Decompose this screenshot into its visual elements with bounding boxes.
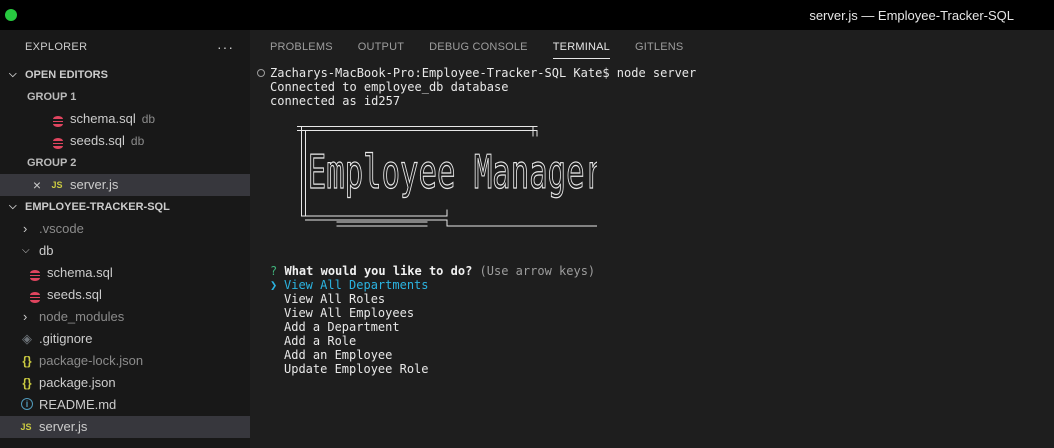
file-name: README.md [39, 397, 117, 412]
banner-text: Employee Manager [308, 146, 597, 200]
choice-item[interactable]: Add an Employee [284, 348, 392, 362]
explorer-header: EXPLORER ··· [0, 30, 250, 64]
explorer-sidebar: EXPLORER ··· ⌵ OPEN EDITORS GROUP 1 sche… [0, 30, 250, 448]
window-title: server.js — Employee-Tracker-SQL [809, 8, 1014, 23]
file-name: server.js [70, 177, 119, 192]
choice-item-selected[interactable]: View All Departments [284, 278, 429, 292]
tab-problems[interactable]: PROBLEMS [270, 30, 333, 64]
javascript-icon: JS [51, 180, 63, 190]
tab-terminal[interactable]: TERMINAL [552, 30, 611, 64]
open-editor-item[interactable]: × JS server.js [0, 174, 250, 196]
chevron-right-icon: › [23, 221, 28, 236]
panel-tabs: PROBLEMS OUTPUT DEBUG CONSOLE TERMINAL G… [250, 30, 688, 64]
terminal-output-line: connected as id257 [270, 94, 401, 108]
chevron-down-icon: ⌵ [9, 69, 17, 80]
file-name: server.js [39, 419, 88, 434]
project-section[interactable]: ⌵ EMPLOYEE-TRACKER-SQL [0, 196, 250, 218]
file-folder-hint: db [130, 134, 145, 148]
choice-pointer: ❯ [270, 278, 278, 292]
file-name: .gitignore [39, 331, 93, 346]
title-bar: server.js — Employee-Tracker-SQL [0, 0, 1054, 30]
terminal-output-line: Connected to employee_db database [270, 80, 509, 94]
info-icon: i [19, 394, 35, 416]
chevron-right-icon: › [23, 309, 28, 324]
ascii-banner: Employee Manager [297, 126, 597, 227]
question-hint: (Use arrow keys) [479, 264, 596, 278]
tab-debug-console[interactable]: DEBUG CONSOLE [429, 30, 528, 64]
choice-item[interactable]: Update Employee Role [284, 362, 429, 376]
open-editors-section[interactable]: ⌵ OPEN EDITORS [0, 64, 250, 86]
tree-item-package-lock[interactable]: {} package-lock.json [0, 350, 250, 372]
tab-output[interactable]: OUTPUT [358, 30, 404, 64]
folder-name: db [39, 243, 54, 258]
question-text: What would you like to do? [284, 264, 473, 278]
file-name: package-lock.json [39, 353, 144, 368]
choice-item[interactable]: View All Roles [284, 292, 385, 306]
window-zoom-button[interactable] [5, 9, 17, 21]
choice-item[interactable]: View All Employees [284, 306, 414, 320]
explorer-title: EXPLORER [25, 41, 88, 53]
choice-item[interactable]: Add a Role [284, 334, 356, 348]
json-icon: {} [22, 354, 32, 368]
file-name: schema.sql [70, 111, 136, 126]
tree-item-gitignore[interactable]: ◈ .gitignore [0, 328, 250, 350]
tree-item-schema[interactable]: schema.sql [0, 262, 250, 284]
command-decoration-icon[interactable] [257, 69, 265, 77]
tree-item-seeds[interactable]: seeds.sql [0, 284, 250, 306]
database-icon [50, 130, 66, 152]
close-icon[interactable]: × [29, 174, 45, 196]
database-icon [27, 262, 43, 284]
terminal-prompt: Zacharys-MacBook-Pro:Employee-Tracker-SQ… [270, 66, 697, 80]
group-1-label[interactable]: GROUP 1 [0, 86, 250, 108]
project-label: EMPLOYEE-TRACKER-SQL [25, 201, 170, 213]
javascript-icon: JS [20, 422, 32, 432]
database-icon [50, 108, 66, 130]
database-icon [27, 284, 43, 306]
file-name: seeds.sql [47, 287, 102, 302]
ellipsis-icon[interactable]: ··· [217, 39, 234, 55]
tree-item-vscode[interactable]: › .vscode [0, 218, 250, 240]
tree-item-readme[interactable]: i README.md [0, 394, 250, 416]
file-name: schema.sql [47, 265, 113, 280]
folder-name: node_modules [39, 309, 125, 324]
git-icon: ◈ [22, 331, 32, 346]
chevron-down-icon: ⌵ [9, 201, 17, 212]
chevron-down-icon: ⌵ [22, 245, 30, 256]
choice-item[interactable]: Add a Department [284, 320, 400, 334]
prompt-question-line: ? What would you like to do? (Use arrow … [270, 264, 595, 278]
tree-item-package-json[interactable]: {} package.json [0, 372, 250, 394]
json-icon: {} [22, 376, 32, 390]
bottom-panel: PROBLEMS OUTPUT DEBUG CONSOLE TERMINAL G… [250, 30, 1054, 448]
file-name: seeds.sql [70, 133, 125, 148]
tree-item-server-js[interactable]: JS server.js [0, 416, 250, 438]
tree-item-db[interactable]: ⌵ db [0, 240, 250, 262]
open-editor-item[interactable]: seeds.sql db [0, 130, 250, 152]
group-2-label[interactable]: GROUP 2 [0, 152, 250, 174]
file-folder-hint: db [141, 112, 156, 126]
folder-name: .vscode [39, 221, 84, 236]
open-editors-label: OPEN EDITORS [25, 69, 108, 81]
file-name: package.json [39, 375, 116, 390]
open-editor-item[interactable]: schema.sql db [0, 108, 250, 130]
question-mark: ? [270, 264, 278, 278]
tab-gitlens[interactable]: GITLENS [635, 30, 683, 64]
tree-item-node-modules[interactable]: › node_modules [0, 306, 250, 328]
